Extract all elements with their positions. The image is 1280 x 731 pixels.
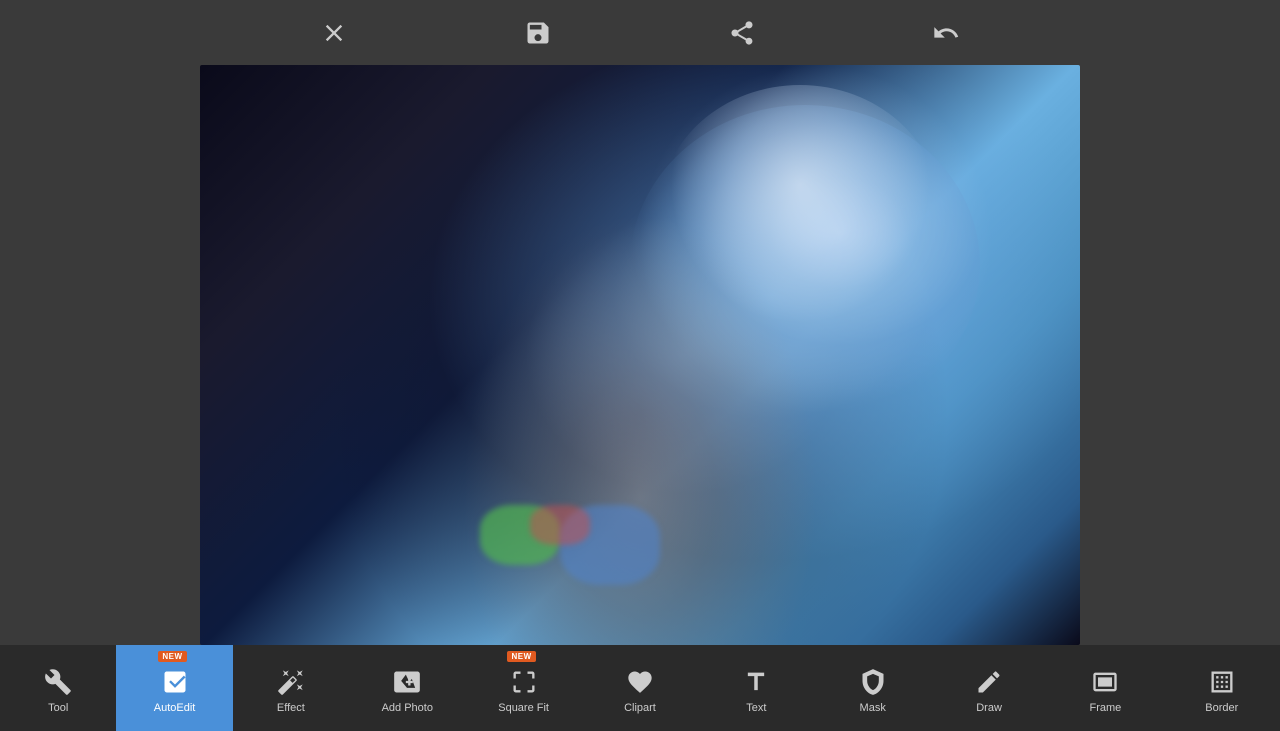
top-toolbar	[0, 0, 1280, 65]
clipart-button[interactable]: Clipart	[582, 645, 698, 731]
autoedit-new-badge: NEW	[158, 651, 186, 662]
frame-icon	[1089, 666, 1121, 698]
tool-button[interactable]: Tool	[0, 645, 116, 731]
effect-icon	[275, 666, 307, 698]
undo-icon	[932, 19, 960, 47]
share-button[interactable]	[720, 11, 764, 55]
effect-label: Effect	[277, 702, 305, 714]
add-photo-icon	[391, 666, 423, 698]
clipart-icon	[624, 666, 656, 698]
tool-label: Tool	[48, 702, 68, 714]
autoedit-label: AutoEdit	[154, 702, 196, 714]
text-label: Text	[746, 702, 766, 714]
mask-label: Mask	[860, 702, 886, 714]
autoedit-button[interactable]: NEW AutoEdit	[116, 645, 232, 731]
square-fit-label: Square Fit	[498, 702, 549, 714]
square-fit-icon	[508, 666, 540, 698]
frame-button[interactable]: Frame	[1047, 645, 1163, 731]
add-photo-button[interactable]: Add Photo	[349, 645, 465, 731]
border-button[interactable]: Border	[1164, 645, 1280, 731]
autoedit-icon	[159, 666, 191, 698]
close-icon	[320, 19, 348, 47]
share-icon	[728, 19, 756, 47]
main-canvas-area	[0, 65, 1280, 645]
add-photo-label: Add Photo	[382, 702, 433, 714]
text-icon	[740, 666, 772, 698]
frame-label: Frame	[1090, 702, 1122, 714]
draw-label: Draw	[976, 702, 1002, 714]
square-fit-new-badge: NEW	[507, 651, 535, 662]
text-button[interactable]: Text	[698, 645, 814, 731]
draw-button[interactable]: Draw	[931, 645, 1047, 731]
save-icon	[524, 19, 552, 47]
shirt-red-patch	[530, 505, 590, 545]
border-label: Border	[1205, 702, 1238, 714]
tool-icon	[42, 666, 74, 698]
draw-icon	[973, 666, 1005, 698]
photo-canvas[interactable]	[200, 65, 1080, 645]
undo-button[interactable]	[924, 11, 968, 55]
clipart-label: Clipart	[624, 702, 656, 714]
square-fit-button[interactable]: NEW Square Fit	[465, 645, 581, 731]
mask-button[interactable]: Mask	[815, 645, 931, 731]
save-button[interactable]	[516, 11, 560, 55]
close-button[interactable]	[312, 11, 356, 55]
bottom-toolbar: Tool NEW AutoEdit Effect Add Photo NEW S…	[0, 645, 1280, 731]
border-icon	[1206, 666, 1238, 698]
effect-button[interactable]: Effect	[233, 645, 349, 731]
mask-icon	[857, 666, 889, 698]
